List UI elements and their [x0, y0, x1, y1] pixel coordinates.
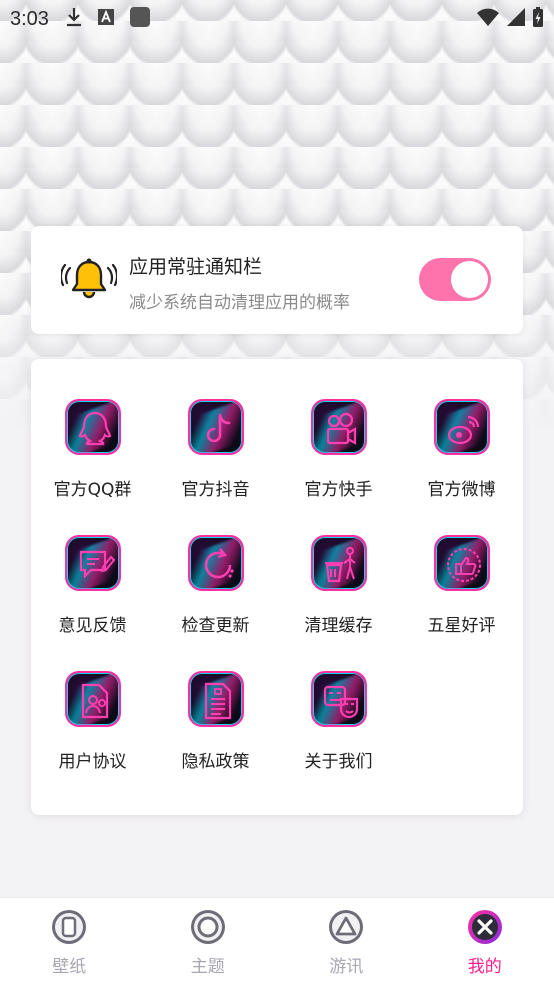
tiktok-icon — [187, 399, 244, 455]
tab-wallpaper[interactable]: 壁纸 — [0, 898, 139, 984]
download-icon — [65, 7, 83, 31]
tab-mine[interactable]: 我的 — [416, 898, 554, 984]
grid-item-label: 官方QQ群 — [53, 480, 132, 500]
grid-item-label: 关于我们 — [304, 752, 373, 772]
weibo-icon — [433, 399, 490, 455]
wifi-icon — [476, 7, 500, 31]
battery-charging-icon — [532, 6, 544, 32]
privacy-document-icon — [187, 671, 244, 727]
grid-item-label: 隐私政策 — [181, 752, 250, 772]
user-agreement-icon — [64, 671, 121, 727]
grid-item-feedback[interactable]: 意见反馈 — [31, 535, 154, 642]
wallpaper-tab-icon — [50, 908, 88, 946]
refresh-update-icon — [187, 535, 244, 591]
tab-label: 主题 — [190, 957, 225, 977]
grid-item-label: 五星好评 — [427, 616, 496, 636]
game-news-tab-icon — [327, 908, 365, 946]
grid-item-label: 意见反馈 — [58, 616, 127, 636]
grid-item-weibo[interactable]: 官方微博 — [400, 399, 523, 506]
bottom-navigation: 壁纸 主题 游讯 我的 — [0, 897, 554, 984]
feedback-edit-icon — [64, 535, 121, 591]
grid-item-clear-cache[interactable]: 清理缓存 — [277, 535, 400, 642]
qq-penguin-icon — [64, 399, 121, 455]
notification-subtitle: 减少系统自动清理应用的概率 — [129, 293, 350, 313]
notification-setting-card: 应用常驻通知栏 减少系统自动清理应用的概率 — [31, 226, 523, 334]
tab-label: 游讯 — [329, 957, 364, 977]
grid-item-label: 官方抖音 — [181, 480, 250, 500]
tab-game-news[interactable]: 游讯 — [277, 898, 416, 984]
grid-item-label: 清理缓存 — [304, 616, 373, 636]
grid-item-douyin[interactable]: 官方抖音 — [154, 399, 277, 506]
grid-item-qq-group[interactable]: 官方QQ群 — [31, 399, 154, 506]
mine-tab-icon — [466, 908, 504, 946]
grid-item-check-update[interactable]: 检查更新 — [154, 535, 277, 642]
grid-item-privacy-policy[interactable]: 隐私政策 — [154, 671, 277, 778]
grid-item-label: 官方微博 — [427, 480, 496, 500]
status-bar: 3:03 — [0, 0, 554, 38]
trash-clean-icon — [310, 535, 367, 591]
notification-toggle[interactable] — [419, 258, 491, 301]
feature-grid-card: 官方QQ群 官方抖音 官方快手 官方微博 意见反馈 检查更新 清理缓存 五星好评… — [31, 359, 523, 815]
theme-tab-icon — [189, 908, 227, 946]
text-a-icon — [97, 8, 115, 30]
grid-item-label: 用户协议 — [58, 752, 127, 772]
status-time: 3:03 — [10, 7, 49, 30]
square-app-icon — [129, 6, 151, 32]
thumbs-up-icon — [433, 535, 490, 591]
tab-label: 我的 — [467, 957, 502, 977]
tab-label: 壁纸 — [52, 957, 87, 977]
feature-grid: 官方QQ群 官方抖音 官方快手 官方微博 意见反馈 检查更新 清理缓存 五星好评… — [31, 399, 523, 778]
kuaishou-camera-icon — [310, 399, 367, 455]
tab-theme[interactable]: 主题 — [139, 898, 278, 984]
grid-item-kuaishou[interactable]: 官方快手 — [277, 399, 400, 506]
grid-item-label: 官方快手 — [304, 480, 373, 500]
about-masks-icon — [310, 671, 367, 727]
signal-icon — [506, 7, 526, 31]
notification-title: 应用常驻通知栏 — [129, 256, 263, 278]
grid-item-user-agreement[interactable]: 用户协议 — [31, 671, 154, 778]
toggle-knob — [451, 261, 488, 298]
grid-item-five-star[interactable]: 五星好评 — [400, 535, 523, 642]
grid-item-about-us[interactable]: 关于我们 — [277, 671, 400, 778]
grid-item-label: 检查更新 — [181, 616, 250, 636]
bell-icon — [59, 256, 119, 302]
